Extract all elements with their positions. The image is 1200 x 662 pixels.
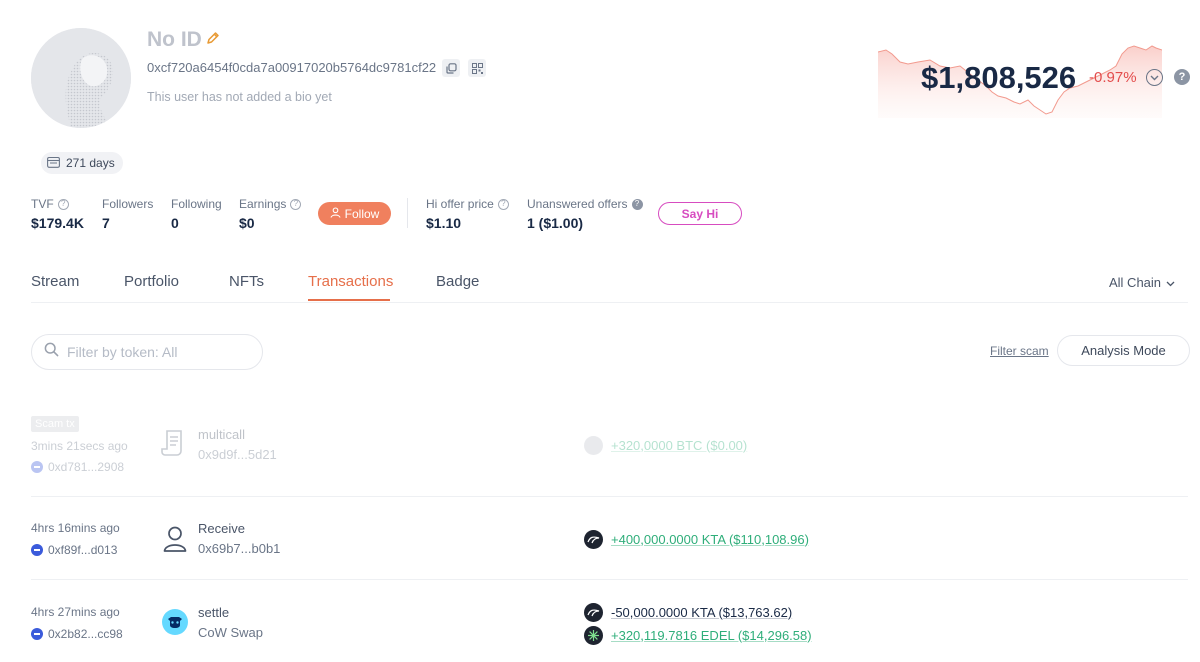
calendar-icon xyxy=(47,156,60,171)
tab-transactions[interactable]: Transactions xyxy=(308,272,393,292)
help-icon[interactable]: ? xyxy=(57,198,69,210)
wallet-address: 0xcf720a6454f0cda7a00917020b5764dc9781cf… xyxy=(147,60,437,75)
stat-following-label: Following xyxy=(171,197,222,211)
help-icon[interactable]: ? xyxy=(1174,69,1190,85)
profile-bio: This user has not added a bio yet xyxy=(147,90,332,104)
token-amount: -50,000.0000 KTA ($13,763.62) xyxy=(611,604,793,620)
stat-unanswered: Unanswered offers? 1 ($1.00) xyxy=(527,196,643,232)
tab-portfolio[interactable]: Portfolio xyxy=(124,272,179,292)
tab-nfts[interactable]: NFTs xyxy=(229,272,264,292)
net-worth-change: -0.97% xyxy=(1089,69,1137,86)
tx-counterparty[interactable]: CoW Swap xyxy=(198,625,263,641)
scam-badge: Scam tx xyxy=(31,416,79,432)
stat-hi-offer: Hi offer price? $1.10 xyxy=(426,196,509,232)
stat-unanswered-value: 1 ($1.00) xyxy=(527,215,584,231)
cow-swap-icon xyxy=(162,609,188,640)
edel-icon xyxy=(584,626,603,645)
token-change[interactable]: -50,000.0000 KTA ($13,763.62) xyxy=(584,603,792,622)
help-icon[interactable]: ? xyxy=(631,198,643,210)
stat-unanswered-label: Unanswered offers xyxy=(527,197,628,211)
token-change[interactable]: +320,119.7816 EDEL ($14,296.58) xyxy=(584,626,812,645)
token-change[interactable]: +400,000.0000 KTA ($110,108.96) xyxy=(584,530,809,549)
user-icon xyxy=(330,206,341,221)
tx-chain-address-label: 0xd781...2908 xyxy=(48,460,125,474)
ethereum-icon xyxy=(31,628,43,640)
tab-stream[interactable]: Stream xyxy=(31,272,79,292)
stats-divider xyxy=(407,198,408,228)
tx-chain-address[interactable]: 0xf89f...d013 xyxy=(31,542,117,558)
stat-following-value: 0 xyxy=(171,215,179,231)
stat-followers-label: Followers xyxy=(102,197,154,211)
search-icon xyxy=(44,342,59,362)
active-tab-indicator xyxy=(308,299,390,301)
chevron-down-icon xyxy=(1166,275,1175,290)
kta-icon xyxy=(584,603,603,622)
token-amount: +320,119.7816 EDEL ($14,296.58) xyxy=(611,627,812,643)
filter-scam-link[interactable]: Filter scam xyxy=(990,344,1049,358)
edit-icon[interactable] xyxy=(205,30,223,48)
kta-icon xyxy=(584,530,603,549)
net-worth-value: $1,808,526 xyxy=(921,60,1077,95)
token-filter-field[interactable] xyxy=(31,334,263,370)
tx-chain-address[interactable]: 0x2b82...cc98 xyxy=(31,626,123,642)
tx-type: multicall xyxy=(198,427,245,442)
qrcode-icon[interactable] xyxy=(468,59,486,77)
say-hi-button[interactable]: Say Hi xyxy=(658,202,742,225)
follow-label: Follow xyxy=(344,206,380,221)
profile-tabs: Stream Portfolio NFTs Transactions Badge xyxy=(31,262,1200,302)
chain-selector[interactable]: All Chain xyxy=(1109,275,1175,290)
stat-earnings: Earnings? $0 xyxy=(239,196,302,232)
token-amount: +320,0000 BTC ($0.00) xyxy=(611,437,748,453)
chain-selector-label: All Chain xyxy=(1109,275,1162,290)
stat-earnings-value: $0 xyxy=(239,215,255,231)
tx-time: 4hrs 16mins ago xyxy=(31,521,120,535)
tx-type: Receive xyxy=(198,521,245,536)
profile-name: No ID xyxy=(147,28,202,51)
stat-tvf: TVF? $179.4K xyxy=(31,196,84,232)
tabs-divider xyxy=(31,302,1188,303)
token-amount: +400,000.0000 KTA ($110,108.96) xyxy=(611,531,809,547)
token-change[interactable]: +320,0000 BTC ($0.00) xyxy=(584,436,747,455)
tx-chain-address[interactable]: 0xd781...2908 xyxy=(31,459,124,475)
tx-counterparty[interactable]: 0x69b7...b0b1 xyxy=(198,541,280,557)
ethereum-icon xyxy=(31,461,43,473)
chevron-down-icon[interactable] xyxy=(1146,69,1163,86)
analysis-mode-button[interactable]: Analysis Mode xyxy=(1057,335,1190,366)
stat-tvf-value: $179.4K xyxy=(31,215,84,231)
table-row[interactable]: 4hrs 27mins ago 0x2b82...cc98 settle CoW… xyxy=(31,580,1188,662)
tx-counterparty[interactable]: 0x9d9f...5d21 xyxy=(198,447,277,463)
copy-icon[interactable] xyxy=(442,59,460,77)
contract-icon xyxy=(161,429,187,462)
token-icon xyxy=(584,436,603,455)
stat-followers-value: 7 xyxy=(102,215,110,231)
ethereum-icon xyxy=(31,544,43,556)
stat-following[interactable]: Following 0 xyxy=(171,196,222,232)
stat-hi-offer-label: Hi offer price xyxy=(426,197,494,211)
help-icon[interactable]: ? xyxy=(290,198,302,210)
avatar xyxy=(31,28,131,128)
table-row[interactable]: Scam tx 3mins 21secs ago 0xd781...2908 m… xyxy=(31,414,1188,496)
follow-button[interactable]: Follow xyxy=(318,202,391,225)
tx-chain-address-label: 0x2b82...cc98 xyxy=(48,627,123,641)
token-filter-input[interactable] xyxy=(67,344,247,360)
account-age-badge: 271 days xyxy=(41,152,123,174)
tx-time: 4hrs 27mins ago xyxy=(31,605,120,619)
table-row[interactable]: 4hrs 16mins ago 0xf89f...d013 Receive 0x… xyxy=(31,497,1188,579)
stat-followers[interactable]: Followers 7 xyxy=(102,196,153,232)
account-age-label: 271 days xyxy=(66,156,115,170)
stat-hi-offer-value: $1.10 xyxy=(426,215,462,231)
user-icon xyxy=(163,526,187,557)
tab-badge[interactable]: Badge xyxy=(436,272,479,292)
tx-type: settle xyxy=(198,605,230,620)
stat-earnings-label: Earnings xyxy=(239,197,287,211)
tx-time: 3mins 21secs ago xyxy=(31,439,128,453)
tx-chain-address-label: 0xf89f...d013 xyxy=(48,543,118,557)
help-icon[interactable]: ? xyxy=(497,198,509,210)
stat-tvf-label: TVF xyxy=(31,197,54,211)
